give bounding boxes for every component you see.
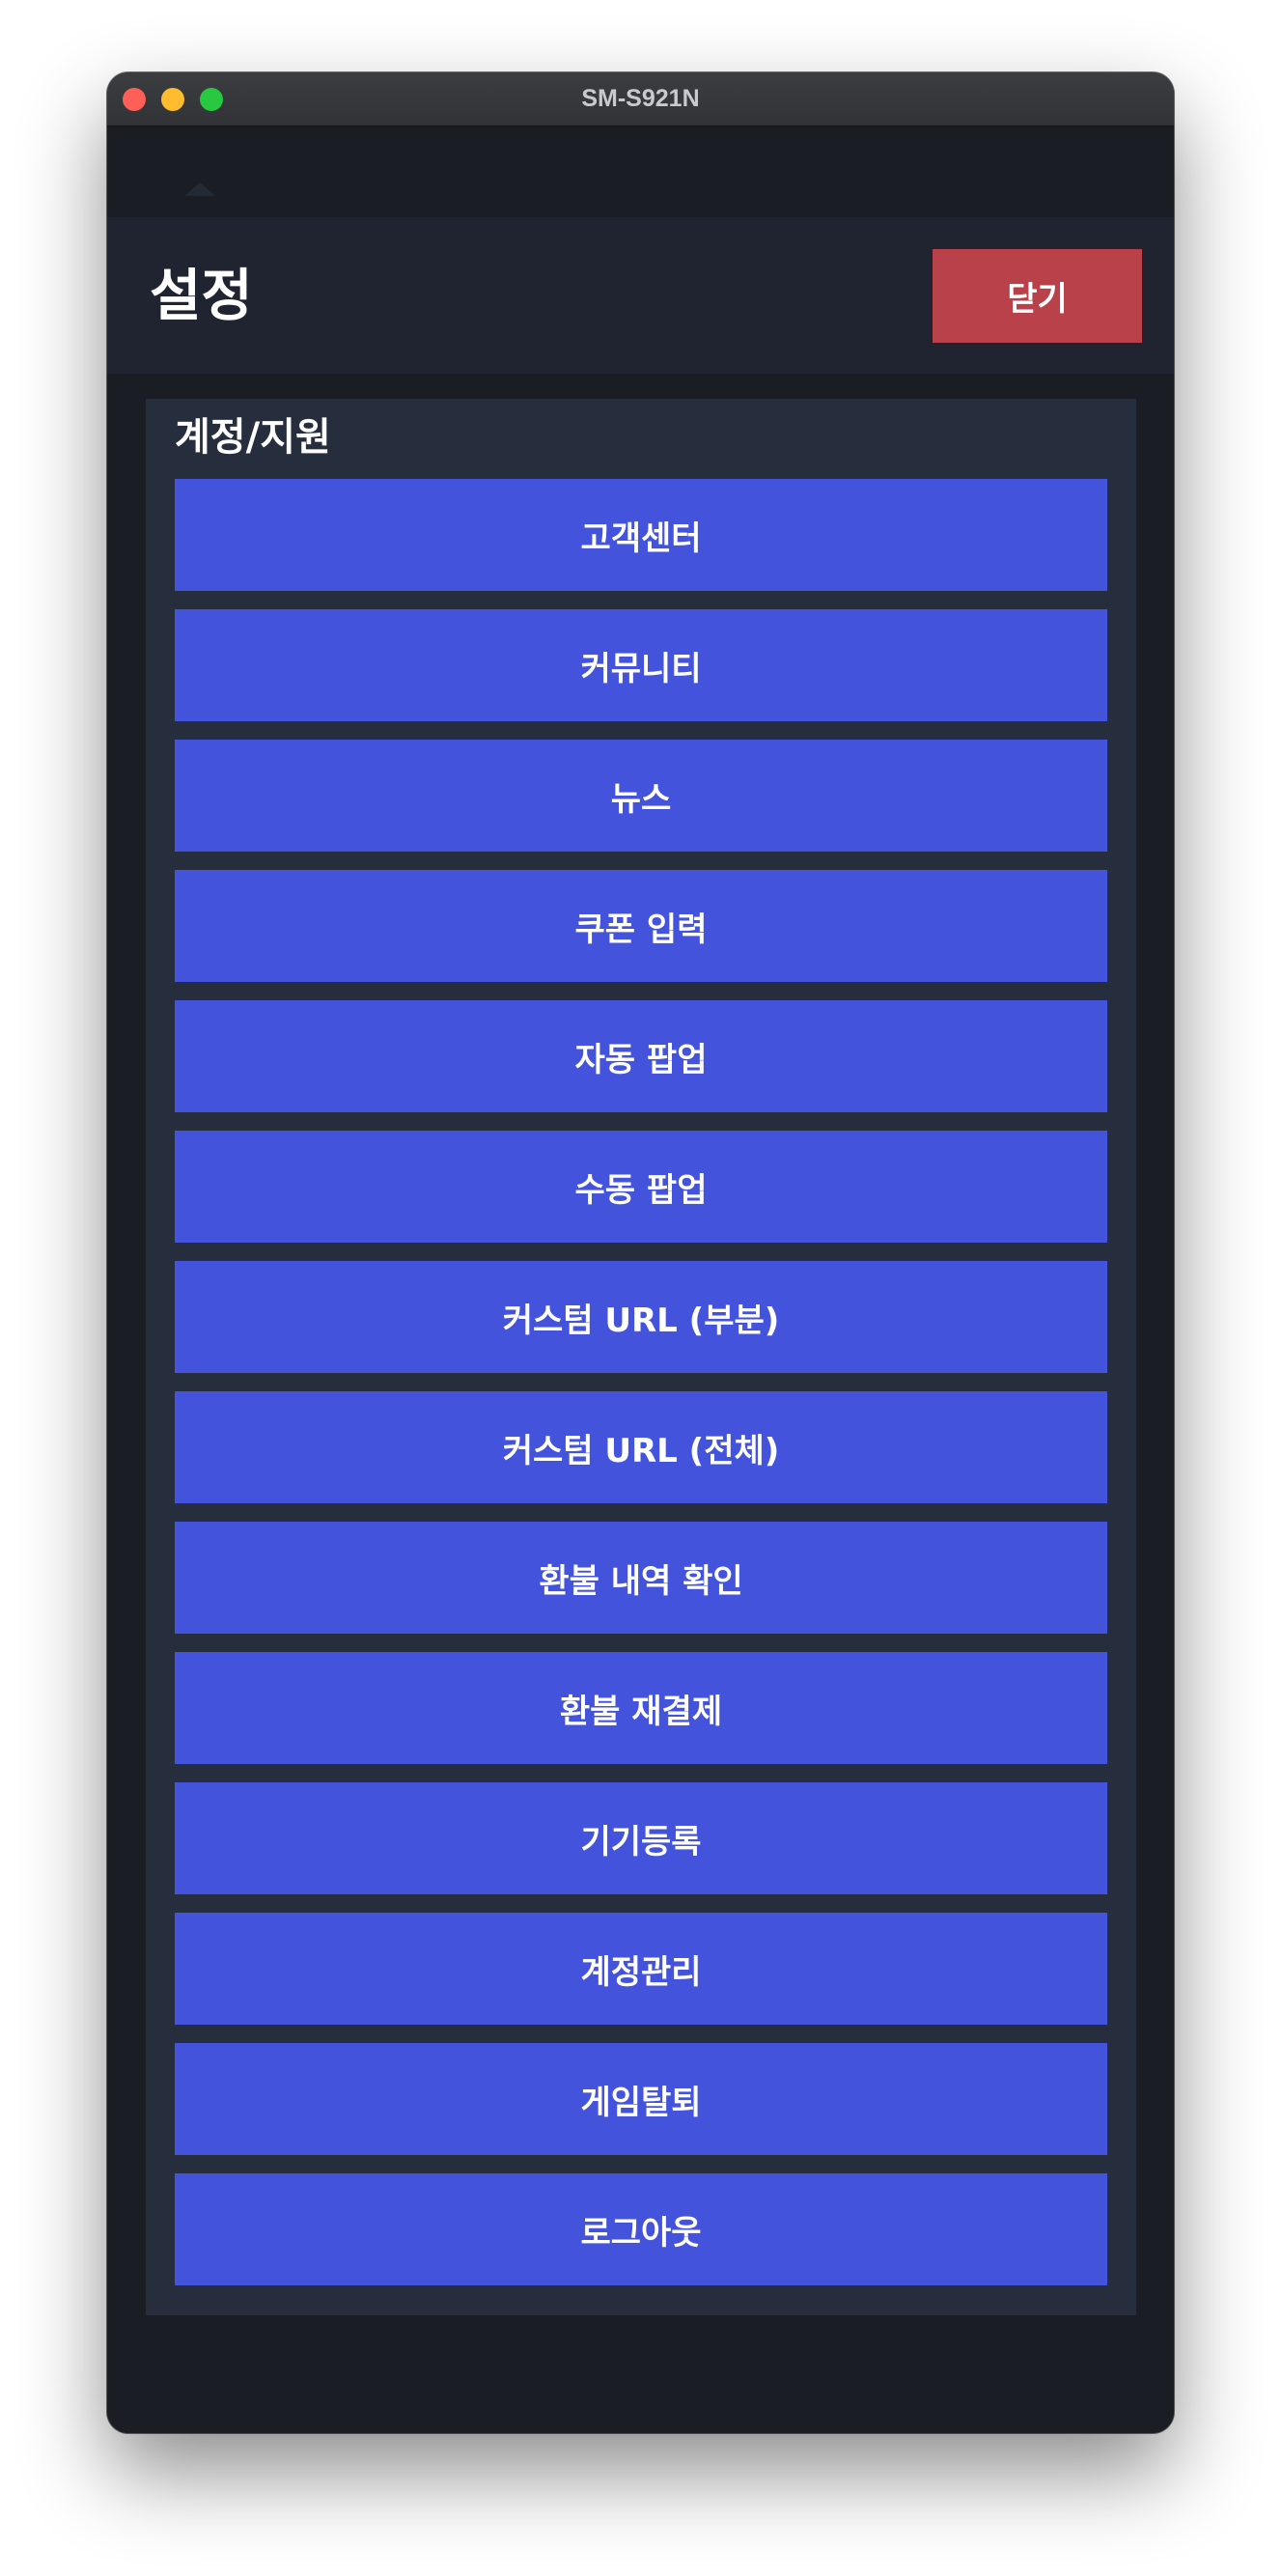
app-content: 설정 닫기 계정/지원 고객센터 커뮤니티 뉴스 쿠폰 입력 자동 팝업 수동 … bbox=[107, 126, 1174, 2433]
auto-popup-button[interactable]: 자동 팝업 bbox=[175, 1000, 1107, 1112]
close-button[interactable]: 닫기 bbox=[933, 249, 1142, 343]
custom-url-full-button[interactable]: 커스텀 URL (전체) bbox=[175, 1391, 1107, 1503]
window-title: SM-S921N bbox=[581, 85, 700, 112]
app-window: SM-S921N 설정 닫기 계정/지원 고객센터 커뮤니티 뉴스 쿠폰 입력 … bbox=[107, 72, 1174, 2433]
section-title: 계정/지원 bbox=[175, 415, 331, 460]
coupon-input-button[interactable]: 쿠폰 입력 bbox=[175, 870, 1107, 982]
page-title: 설정 bbox=[150, 263, 253, 328]
account-management-button[interactable]: 계정관리 bbox=[175, 1913, 1107, 2025]
manual-popup-button[interactable]: 수동 팝업 bbox=[175, 1131, 1107, 1243]
underlay-caret-icon bbox=[184, 182, 215, 196]
device-registration-button[interactable]: 기기등록 bbox=[175, 1782, 1107, 1894]
account-support-panel: 계정/지원 고객센터 커뮤니티 뉴스 쿠폰 입력 자동 팝업 수동 팝업 커스텀… bbox=[146, 399, 1136, 2315]
window-titlebar[interactable]: SM-S921N bbox=[107, 72, 1174, 126]
logout-button[interactable]: 로그아웃 bbox=[175, 2173, 1107, 2285]
game-withdrawal-button[interactable]: 게임탈퇴 bbox=[175, 2043, 1107, 2155]
refund-history-button[interactable]: 환불 내역 확인 bbox=[175, 1522, 1107, 1634]
settings-header: 설정 닫기 bbox=[107, 217, 1174, 374]
customer-center-button[interactable]: 고객센터 bbox=[175, 479, 1107, 591]
refund-repayment-button[interactable]: 환불 재결제 bbox=[175, 1652, 1107, 1764]
community-button[interactable]: 커뮤니티 bbox=[175, 609, 1107, 721]
menu-button-list: 고객센터 커뮤니티 뉴스 쿠폰 입력 자동 팝업 수동 팝업 커스텀 URL (… bbox=[175, 479, 1107, 2304]
news-button[interactable]: 뉴스 bbox=[175, 740, 1107, 852]
custom-url-partial-button[interactable]: 커스텀 URL (부분) bbox=[175, 1261, 1107, 1373]
